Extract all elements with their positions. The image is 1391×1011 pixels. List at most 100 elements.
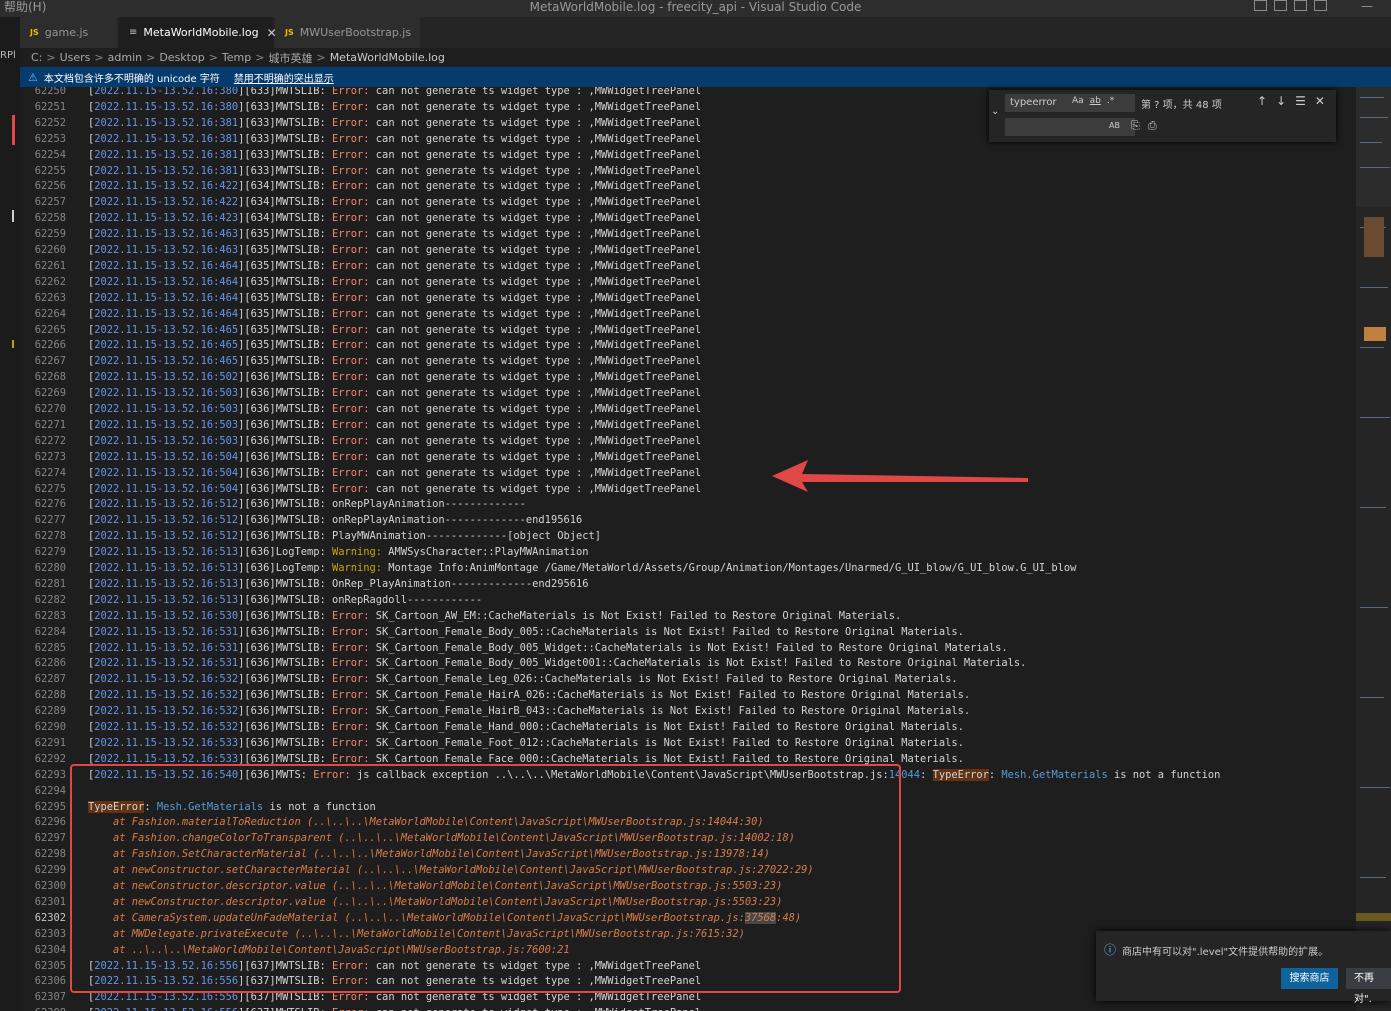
log-level: Error: [332,196,370,209]
log-level: Warning: [332,562,383,574]
window-title: MetaWorldMobile.log - freecity_api - Vis… [529,0,862,14]
timestamp: 2022.11.15-13.52.16:465 [94,323,239,336]
match-case-icon[interactable]: Aa [1072,96,1084,106]
editor-line[interactable]: 62290 [2022.11.15-13.52.16:532][636]MWTSL… [20,719,1356,735]
breadcrumb-item[interactable]: admin [108,51,142,64]
log-source: ][635]MWTSLIB: [238,307,332,320]
breadcrumb-item[interactable]: C: [31,51,42,64]
tab-mwuserbootstrap-js[interactable]: JS MWUserBootstrap.js [275,17,420,48]
line-number: 62260 [34,244,66,256]
js-file-icon: JS [285,28,294,37]
editor-line[interactable]: 62267 [2022.11.15-13.52.16:465][635]MWTSL… [20,353,1356,369]
breadcrumb-item[interactable]: 城市英雄 [268,50,312,66]
log-source: ][635]MWTSLIB: [238,275,332,288]
line-number: 62290 [34,721,66,733]
find-in-selection-icon[interactable]: ☰ [1295,94,1306,108]
minimap[interactable] [1356,87,1391,1011]
editor-line[interactable]: 62254 [2022.11.15-13.52.16:381][633]MWTSL… [20,147,1356,163]
close-icon[interactable]: ✕ [1315,94,1325,108]
editor-line[interactable]: 62256 [2022.11.15-13.52.16:422][634]MWTSL… [20,178,1356,194]
toggle-primary-sidebar-icon[interactable] [1254,0,1267,11]
editor-line[interactable]: 62255 [2022.11.15-13.52.16:381][633]MWTSL… [20,163,1356,179]
editor-line[interactable]: 62282 [2022.11.15-13.52.16:513][636]MWTSL… [20,592,1356,608]
editor-line[interactable]: 62260 [2022.11.15-13.52.16:463][635]MWTSL… [20,242,1356,258]
log-message: can not generate ts widget type : ,MWWid… [369,212,702,225]
editor-line[interactable]: 62257 [2022.11.15-13.52.16:422][634]MWTSL… [20,194,1356,210]
editor-line[interactable]: 62269 [2022.11.15-13.52.16:503][636]MWTSL… [20,385,1356,401]
find-navigation: ↑ ↓ ☰ ✕ [1257,94,1325,108]
log-message: can not generate ts widget type : ,MWWid… [369,291,702,304]
disable-highlight-link[interactable]: 禁用不明确的突出显示 [234,70,334,85]
editor-line[interactable]: 62265 [2022.11.15-13.52.16:465][635]MWTSL… [20,322,1356,338]
line-number: 62269 [34,387,66,400]
log-source: ][637]MWTSLIB: [238,1007,332,1011]
toggle-secondary-sidebar-icon[interactable] [1294,0,1307,11]
editor-line[interactable]: 62266 [2022.11.15-13.52.16:465][635]MWTSL… [20,337,1356,353]
editor-line[interactable]: 62280 [2022.11.15-13.52.16:513][636]LogTe… [20,560,1356,576]
line-number: 62281 [34,577,66,590]
editor-line[interactable]: 62273 [2022.11.15-13.52.16:504][636]MWTSL… [20,449,1356,465]
editor-line[interactable]: 62263 [2022.11.15-13.52.16:464][635]MWTSL… [20,290,1356,306]
editor-line[interactable]: 62284 [2022.11.15-13.52.16:531][636]MWTSL… [20,624,1356,640]
dont-show-again-button[interactable]: 不再对". [1346,968,1391,1005]
editor-line[interactable]: 62259 [2022.11.15-13.52.16:463][635]MWTSL… [20,226,1356,242]
editor-line[interactable]: 62261 [2022.11.15-13.52.16:464][635]MWTSL… [20,258,1356,274]
log-level: Error: [332,434,370,447]
editor-line[interactable]: 62285 [2022.11.15-13.52.16:531][636]MWTSL… [20,640,1356,656]
editor-line[interactable]: 62274 [2022.11.15-13.52.16:504][636]MWTSL… [20,465,1356,481]
breadcrumb-item[interactable]: Temp [222,51,251,64]
line-text: [2022.11.15-13.52.16:503][636]MWTSLIB: E… [88,401,701,417]
replace-all-icon[interactable]: ⎙ [1148,119,1157,133]
editor-line[interactable]: 62271 [2022.11.15-13.52.16:503][636]MWTSL… [20,417,1356,433]
minimize-button[interactable]: — [1361,0,1373,12]
editor-line[interactable]: 62289 [2022.11.15-13.52.16:532][636]MWTSL… [20,703,1356,719]
log-level: Error: [332,371,370,384]
editor-line[interactable]: 62281 [2022.11.15-13.52.16:513][636]MWTSL… [20,576,1356,592]
editor-line[interactable]: 62276 [2022.11.15-13.52.16:512][636]MWTSL… [20,496,1356,512]
editor-line[interactable]: 62291 [2022.11.15-13.52.16:533][636]MWTSL… [20,735,1356,751]
toggle-replace-icon[interactable]: ⌄ [991,106,999,117]
timestamp: 2022.11.15-13.52.16:504 [94,482,239,495]
previous-match-icon[interactable]: ↑ [1257,94,1267,108]
editor-line[interactable]: 62288 [2022.11.15-13.52.16:532][636]MWTSL… [20,687,1356,703]
editor-line[interactable]: 62270 [2022.11.15-13.52.16:503][636]MWTSL… [20,401,1356,417]
tab-game-js[interactable]: JS game.js [20,17,117,48]
customize-layout-icon[interactable] [1314,0,1327,11]
next-match-icon[interactable]: ↓ [1276,94,1286,108]
line-number: 62302 [34,911,66,924]
use-regex-icon[interactable]: .* [1107,96,1114,106]
editor-line[interactable]: 62258 [2022.11.15-13.52.16:423][634]MWTSL… [20,210,1356,226]
timestamp: 2022.11.15-13.52.16:381 [94,132,239,145]
editor-line[interactable]: 62264 [2022.11.15-13.52.16:464][635]MWTSL… [20,306,1356,322]
replace-icon[interactable]: ⎘ [1131,119,1140,133]
log-source: ][636]MWTSLIB: onRepRagdoll------------ [238,593,483,606]
breadcrumb-item[interactable]: Users [60,51,91,64]
editor-line[interactable]: 62308 [2022.11.15-13.52.16:556][637]MWTSL… [20,1005,1356,1011]
editor-line[interactable]: 62278 [2022.11.15-13.52.16:512][636]MWTSL… [20,528,1356,544]
editor-line[interactable]: 62286 [2022.11.15-13.52.16:531][636]MWTSL… [20,655,1356,671]
log-source: ][637]MWTSLIB: [238,991,332,1004]
editor-line[interactable]: 62287 [2022.11.15-13.52.16:532][636]MWTSL… [20,671,1356,687]
breadcrumb-item[interactable]: MetaWorldMobile.log [330,51,445,64]
editor-line[interactable]: 62277 [2022.11.15-13.52.16:512][636]MWTSL… [20,512,1356,528]
editor-line[interactable]: 62283 [2022.11.15-13.52.16:530][636]MWTSL… [20,608,1356,624]
log-level: Error: [332,228,370,241]
log-message: SK_Cartoon_Female_Foot_012::CacheMateria… [369,736,964,749]
log-level: Error: [332,752,370,765]
tab-metaworldmobile-log[interactable]: ≡ MetaWorldMobile.log ✕ [119,17,277,48]
toggle-panel-icon[interactable] [1274,0,1287,11]
timestamp: 2022.11.15-13.52.16:513 [94,593,239,606]
editor-line[interactable]: 62275 [2022.11.15-13.52.16:504][636]MWTSL… [20,481,1356,497]
line-number: 62277 [34,514,66,527]
editor-line[interactable]: 62262 [2022.11.15-13.52.16:464][635]MWTSL… [20,274,1356,290]
preserve-case-icon[interactable]: AB [1109,121,1120,130]
editor-line[interactable]: 62272 [2022.11.15-13.52.16:503][636]MWTSL… [20,433,1356,449]
line-text: [2022.11.15-13.52.16:504][636]MWTSLIB: E… [88,465,701,481]
find-input[interactable]: typeerror [1005,94,1135,112]
editor-line[interactable]: 62268 [2022.11.15-13.52.16:502][636]MWTSL… [20,369,1356,385]
breadcrumb-item[interactable]: Desktop [159,51,204,64]
search-store-button[interactable]: 搜索商店 [1281,968,1338,989]
log-message: can not generate ts widget type : ,MWWid… [369,164,702,177]
match-whole-word-icon[interactable]: ab [1090,96,1101,106]
editor-line[interactable]: 62279 [2022.11.15-13.52.16:513][636]LogTe… [20,544,1356,560]
